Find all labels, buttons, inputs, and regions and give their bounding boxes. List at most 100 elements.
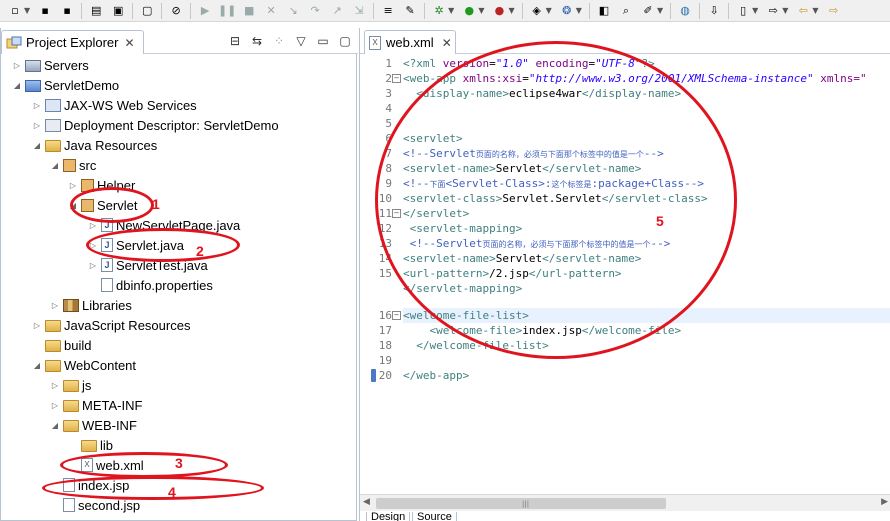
collapse-icon[interactable]: ◢ <box>49 421 61 430</box>
navigate-icon[interactable]: ▯ <box>735 3 751 19</box>
expand-icon[interactable]: ▷ <box>87 241 99 250</box>
fold-toggle-icon[interactable]: − <box>392 74 401 83</box>
tree-item-servlet-java[interactable]: ▷ J Servlet.java <box>87 235 184 255</box>
filter-icon[interactable]: ⁘ <box>272 34 286 48</box>
terminate-icon[interactable]: ■ <box>241 3 257 19</box>
tab-web-xml[interactable]: X web.xml ✕ <box>364 30 456 54</box>
annotation-icon[interactable]: ✎ <box>402 3 418 19</box>
chevron-down-icon[interactable]: ▼ <box>24 6 30 15</box>
new-file-icon[interactable]: ▫ <box>7 3 23 19</box>
debug-skip-icon[interactable]: ⊘ <box>168 3 184 19</box>
external-tools-icon[interactable]: ● <box>491 3 507 19</box>
fold-toggle-icon[interactable]: − <box>392 311 401 320</box>
tree-item-second-jsp[interactable]: second.jsp <box>49 495 140 515</box>
tree-item-index-jsp[interactable]: index.jsp <box>49 475 129 495</box>
tree-item-web-inf[interactable]: ◢ WEB-INF <box>49 415 137 435</box>
tree-item-web-xml[interactable]: Xweb.xml <box>67 455 144 475</box>
collapse-icon[interactable]: ◢ <box>11 81 23 90</box>
tree-item-libraries[interactable]: ▷ Libraries <box>49 295 132 315</box>
use-step-filters-icon[interactable]: ≡ <box>380 3 396 19</box>
print-icon[interactable]: ▤ <box>88 3 104 19</box>
expand-icon[interactable]: ▷ <box>11 61 23 70</box>
minimize-icon[interactable]: ▭ <box>316 34 330 48</box>
marker-icon[interactable]: ✐ <box>640 3 656 19</box>
step-return-icon[interactable]: ↗ <box>329 3 345 19</box>
globe-icon[interactable]: ◍ <box>677 3 693 19</box>
search-icon[interactable]: ⌕ <box>618 3 634 19</box>
back-icon[interactable]: ⇦ <box>795 3 811 19</box>
web-service-icon[interactable]: ❂ <box>559 3 575 19</box>
save-all-icon[interactable]: ▪ <box>59 3 75 19</box>
chevron-down-icon[interactable]: ▼ <box>546 6 552 15</box>
tree-item-js[interactable]: ▷ js <box>49 375 91 395</box>
suspend-icon[interactable]: ❚❚ <box>218 3 236 19</box>
expand-icon[interactable]: ▷ <box>87 261 99 270</box>
next-annotation-icon[interactable]: ⇩ <box>706 3 722 19</box>
xml-source-editor[interactable]: <?xml version="1.0" encoding="UTF-8"?> <… <box>403 56 890 521</box>
tree-item-meta-inf[interactable]: ▷ META-INF <box>49 395 143 415</box>
tab-project-explorer[interactable]: Project Explorer ✕ <box>1 30 144 54</box>
tree-item-servletdemo[interactable]: ◢ ServletDemo <box>11 75 119 95</box>
collapse-icon[interactable]: ◢ <box>31 141 43 150</box>
step-into-icon[interactable]: ↘ <box>285 3 301 19</box>
horizontal-scrollbar[interactable]: ◀ ||| ▶ <box>360 494 890 511</box>
forward-icon[interactable]: ⇨ <box>826 3 842 19</box>
view-menu-icon[interactable]: ▽ <box>294 34 308 48</box>
new-server-icon[interactable]: ◈ <box>529 3 545 19</box>
expand-icon[interactable]: ▷ <box>87 221 99 230</box>
chevron-down-icon[interactable]: ▼ <box>812 6 818 15</box>
tree-item-newservletpage[interactable]: ▷ J NewServletPage.java <box>87 215 240 235</box>
close-icon[interactable]: ✕ <box>442 36 452 50</box>
run-icon[interactable]: ● <box>461 3 477 19</box>
chevron-down-icon[interactable]: ▼ <box>782 6 788 15</box>
expand-icon[interactable]: ▷ <box>49 381 61 390</box>
open-type-icon[interactable]: ▢ <box>139 3 155 19</box>
collapse-icon[interactable]: ◢ <box>31 361 43 370</box>
chevron-down-icon[interactable]: ▼ <box>478 6 484 15</box>
tab-source[interactable]: Source <box>412 512 457 521</box>
tree-item-lib[interactable]: lib <box>67 435 113 455</box>
open-task-icon[interactable]: ◧ <box>596 3 612 19</box>
tab-design[interactable]: Design <box>366 512 411 521</box>
scroll-left-icon[interactable]: ◀ <box>363 497 370 507</box>
expand-icon[interactable]: ▷ <box>31 321 43 330</box>
build-icon[interactable]: ▣ <box>110 3 126 19</box>
tree-item-jax-ws[interactable]: ▷ JAX-WS Web Services <box>31 95 197 115</box>
chevron-down-icon[interactable]: ▼ <box>508 6 514 15</box>
tree-item-dbinfo[interactable]: dbinfo.properties <box>87 275 213 295</box>
debug-icon[interactable]: ✲ <box>431 3 447 19</box>
tree-item-helper[interactable]: ▷ Helper <box>67 175 135 195</box>
collapse-all-icon[interactable]: ⊟ <box>228 34 242 48</box>
collapse-icon[interactable]: ◢ <box>49 161 61 170</box>
tree-item-servlettest[interactable]: ▷ J ServletTest.java <box>87 255 208 275</box>
collapse-icon[interactable]: ◢ <box>67 201 79 210</box>
chevron-down-icon[interactable]: ▼ <box>448 6 454 15</box>
tree-item-servlet-package[interactable]: ◢ Servlet <box>67 195 138 215</box>
expand-icon[interactable]: ▷ <box>31 101 43 110</box>
tree-item-java-resources[interactable]: ◢ Java Resources <box>31 135 157 155</box>
expand-icon[interactable]: ▷ <box>49 301 61 310</box>
tree-item-build[interactable]: build <box>31 335 91 355</box>
close-icon[interactable]: ✕ <box>124 36 134 50</box>
tree-item-deployment-descriptor[interactable]: ▷ Deployment Descriptor: ServletDemo <box>31 115 279 135</box>
last-edit-icon[interactable]: ⇨ <box>765 3 781 19</box>
scroll-right-icon[interactable]: ▶ <box>881 497 888 507</box>
step-over-icon[interactable]: ↷ <box>307 3 323 19</box>
scrollbar-thumb[interactable]: ||| <box>376 498 666 509</box>
expand-icon[interactable]: ▷ <box>67 181 79 190</box>
maximize-icon[interactable]: ▢ <box>338 34 352 48</box>
resume-icon[interactable]: ▶ <box>197 3 213 19</box>
tree-item-servers[interactable]: ▷ Servers <box>11 55 89 75</box>
tree-item-src[interactable]: ◢ src <box>49 155 96 175</box>
expand-icon[interactable]: ▷ <box>31 121 43 130</box>
expand-icon[interactable]: ▷ <box>49 401 61 410</box>
drop-to-frame-icon[interactable]: ⇲ <box>351 3 367 19</box>
chevron-down-icon[interactable]: ▼ <box>657 6 663 15</box>
save-icon[interactable]: ▪ <box>37 3 53 19</box>
link-with-editor-icon[interactable]: ⇆ <box>250 34 264 48</box>
chevron-down-icon[interactable]: ▼ <box>752 6 758 15</box>
disconnect-icon[interactable]: ✕ <box>263 3 279 19</box>
fold-toggle-icon[interactable]: − <box>392 209 401 218</box>
chevron-down-icon[interactable]: ▼ <box>576 6 582 15</box>
tree-item-webcontent[interactable]: ◢ WebContent <box>31 355 136 375</box>
